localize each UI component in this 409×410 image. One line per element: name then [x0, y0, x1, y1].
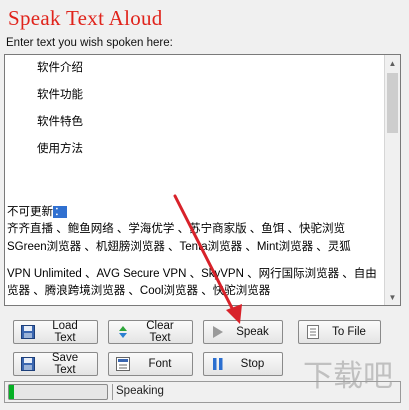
status-divider [112, 384, 113, 400]
disk-icon [20, 356, 36, 372]
text-line: 软件特色 [37, 116, 83, 128]
text-line: 齐齐直播 、鲍鱼网络 、学海优学 、苏宁商家版 、鱼饵 、快驼浏览 [7, 223, 345, 235]
save-text-button[interactable]: Save Text [13, 352, 98, 376]
stop-label: Stop [240, 358, 265, 370]
speak-button[interactable]: Speak [203, 320, 283, 344]
vertical-scrollbar[interactable]: ▲ ▼ [384, 55, 400, 305]
pause-icon [210, 356, 226, 372]
text-line: 软件介绍 [37, 62, 83, 74]
file-icon [305, 324, 321, 340]
disk-icon [20, 324, 36, 340]
font-button[interactable]: Font [108, 352, 193, 376]
text-line-content: 不可更新 [7, 206, 53, 218]
text-line: 使用方法 [37, 143, 83, 155]
status-bar: Speaking [4, 381, 401, 403]
scroll-thumb[interactable] [387, 73, 398, 133]
text-selection: ： [53, 206, 67, 218]
scroll-down-icon[interactable]: ▼ [385, 289, 400, 305]
button-panel: Load Text Clear Text Speak To File Save … [0, 310, 409, 376]
app-title: Speak Text Aloud [8, 6, 163, 30]
stop-button[interactable]: Stop [203, 352, 283, 376]
to-file-label: To File [332, 326, 366, 338]
scroll-up-icon[interactable]: ▲ [385, 55, 400, 71]
load-text-label: Load Text [52, 320, 78, 344]
progress-fill [9, 385, 14, 399]
text-line: 不可更新： [7, 203, 67, 219]
speak-label: Speak [236, 326, 269, 338]
clear-text-label: Clear Text [146, 320, 174, 344]
clear-text-button[interactable]: Clear Text [108, 320, 193, 344]
text-content[interactable]: 软件介绍 软件功能 软件特色 使用方法 不可更新： 齐齐直播 、鲍鱼网络 、学海… [6, 57, 387, 305]
text-line: SGreen浏览器 、机翅膀浏览器 、Tenta浏览器 、Mint浏览器 、灵狐 [7, 241, 351, 253]
to-file-button[interactable]: To File [298, 320, 381, 344]
status-text: Speaking [116, 385, 164, 397]
text-line: 览器 、腾浪跨境浏览器 、Cool浏览器 、快驼浏览器 [7, 285, 271, 297]
text-line: VPN Unlimited 、AVG Secure VPN 、SkyVPN 、网… [7, 268, 377, 280]
progress-bar [8, 384, 108, 400]
font-label: Font [148, 358, 172, 370]
play-icon [210, 324, 226, 340]
text-prompt-label: Enter text you wish spoken here: [6, 37, 173, 49]
save-text-label: Save Text [51, 352, 79, 376]
font-icon [115, 356, 131, 372]
text-line: 软件功能 [37, 89, 83, 101]
load-text-button[interactable]: Load Text [13, 320, 98, 344]
recycle-icon [115, 324, 131, 340]
text-input-area[interactable]: 软件介绍 软件功能 软件特色 使用方法 不可更新： 齐齐直播 、鲍鱼网络 、学海… [4, 54, 401, 306]
